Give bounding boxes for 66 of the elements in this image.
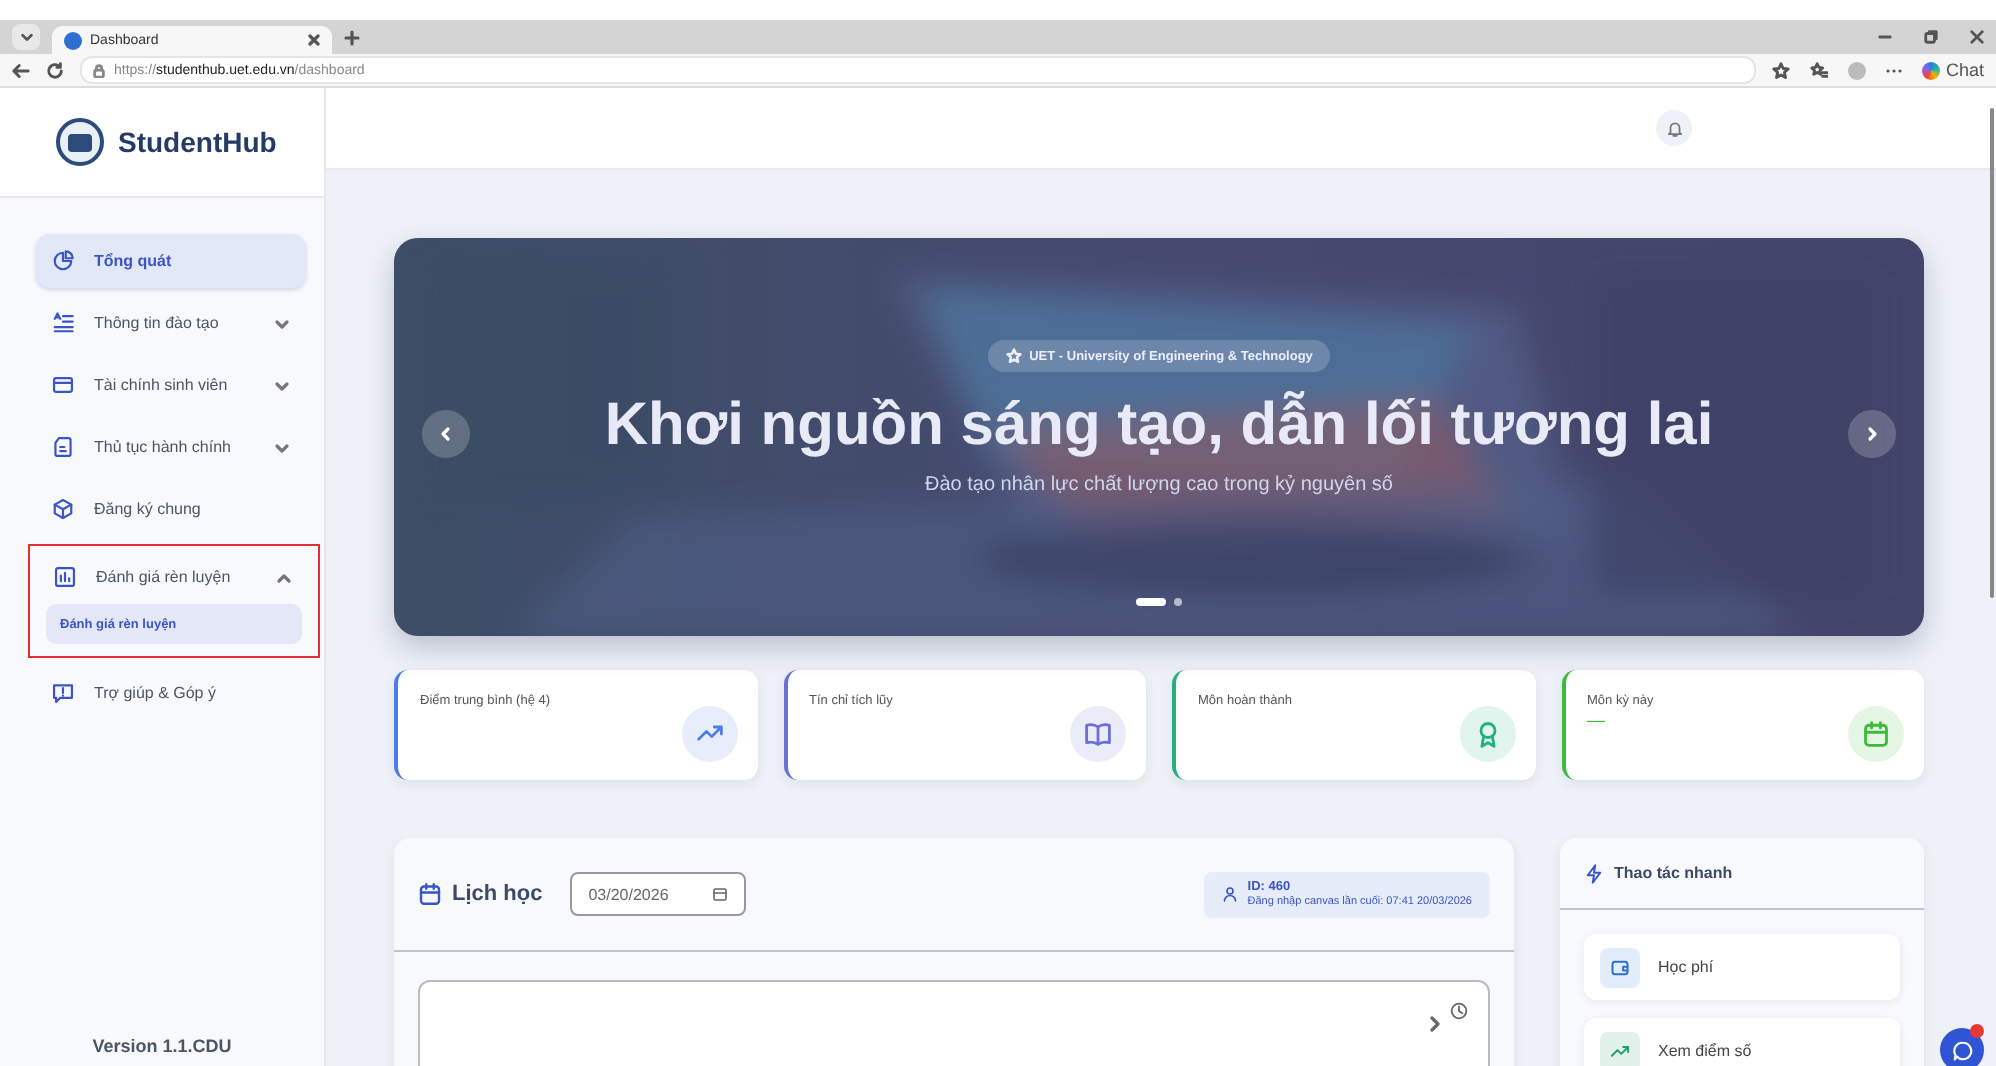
close-window-button[interactable] [1970, 30, 1984, 44]
restore-button[interactable] [1924, 30, 1938, 44]
feedback-icon [52, 682, 74, 704]
pie-chart-icon [52, 250, 74, 272]
sidebar-item[interactable]: Đánh giá rèn luyện [38, 550, 308, 604]
chat-icon [1951, 1039, 1973, 1061]
chevron-right-icon [1864, 426, 1880, 442]
chevron-right-icon[interactable] [1426, 1014, 1442, 1034]
stat-value: — [1587, 710, 1607, 730]
star-icon [1005, 348, 1022, 364]
wallet-icon [1610, 957, 1630, 977]
sidebar-item[interactable]: Tài chính sinh viên [36, 358, 306, 412]
favorite-star-icon[interactable] [1771, 61, 1790, 79]
version-label: Version 1.1.CDU [92, 1036, 232, 1060]
slide-indicator[interactable] [1136, 598, 1166, 606]
new-tab-button[interactable] [344, 29, 360, 45]
chevron-down-icon [274, 315, 290, 331]
trend-up-icon [1610, 1041, 1630, 1061]
copilot-button[interactable]: Chat [1921, 60, 1984, 80]
quick-action-button[interactable]: Học phí [1584, 934, 1900, 1000]
chevron-up-icon [276, 569, 292, 585]
calendar-icon [418, 882, 442, 906]
clock-icon [1450, 1002, 1468, 1020]
site-icon [64, 31, 82, 49]
more-options-button[interactable] [1885, 67, 1902, 73]
bell-icon [1665, 119, 1683, 137]
slide-indicator[interactable] [1174, 598, 1182, 606]
sidebar-item[interactable]: Thông tin đào tạo [36, 296, 306, 350]
sidebar-item[interactable]: Trợ giúp & Góp ý [36, 666, 306, 720]
notification-button[interactable] [1656, 110, 1692, 146]
chevron-down-icon [274, 377, 290, 393]
chevron-down-icon [274, 439, 290, 455]
more-icon [1885, 67, 1902, 73]
sidebar-item[interactable]: Đăng ký chung [36, 482, 306, 536]
cube-icon [52, 498, 74, 520]
lock-icon [92, 63, 106, 77]
schedule-title: Lịch học [452, 882, 543, 906]
brand-name: StudentHub [118, 126, 277, 158]
quick-action-button[interactable]: Xem điểm số [1584, 1018, 1900, 1066]
sidebar-item[interactable]: Tổng quát [36, 234, 306, 288]
back-button[interactable] [12, 61, 30, 79]
banner-subtitle: Đào tạo nhân lực chất lượng cao trong kỷ nguyên số [925, 474, 1393, 496]
credit-card-icon [52, 374, 74, 396]
previous-slide-button[interactable] [422, 410, 470, 458]
calendar-icon [1862, 720, 1890, 748]
banner-title: Khơi nguồn sáng tạo, dẫn lối tương lai [604, 392, 1714, 460]
tab-list-button[interactable] [12, 24, 40, 50]
bar-chart-icon [54, 566, 76, 588]
reload-button[interactable] [46, 61, 64, 79]
sort-list-icon [52, 312, 74, 334]
logo-icon [56, 118, 104, 166]
open-book-icon [1084, 720, 1112, 748]
chevron-down-icon [19, 30, 33, 44]
date-field[interactable]: 03/20/2026 [570, 872, 747, 916]
chat-button[interactable] [1940, 1028, 1984, 1066]
lightning-icon [1584, 863, 1604, 883]
favorites-icon[interactable] [1809, 61, 1828, 79]
quick-actions-title: Thao tác nhanh [1614, 864, 1733, 882]
close-icon[interactable] [308, 34, 320, 46]
minimize-button[interactable] [1878, 30, 1892, 44]
calendar-icon [712, 886, 729, 902]
user-icon [1221, 885, 1238, 901]
next-slide-button[interactable] [1848, 410, 1896, 458]
sidebar-item[interactable]: Thủ tục hành chính [36, 420, 306, 474]
chevron-left-icon [438, 426, 454, 442]
document-icon [52, 436, 74, 458]
